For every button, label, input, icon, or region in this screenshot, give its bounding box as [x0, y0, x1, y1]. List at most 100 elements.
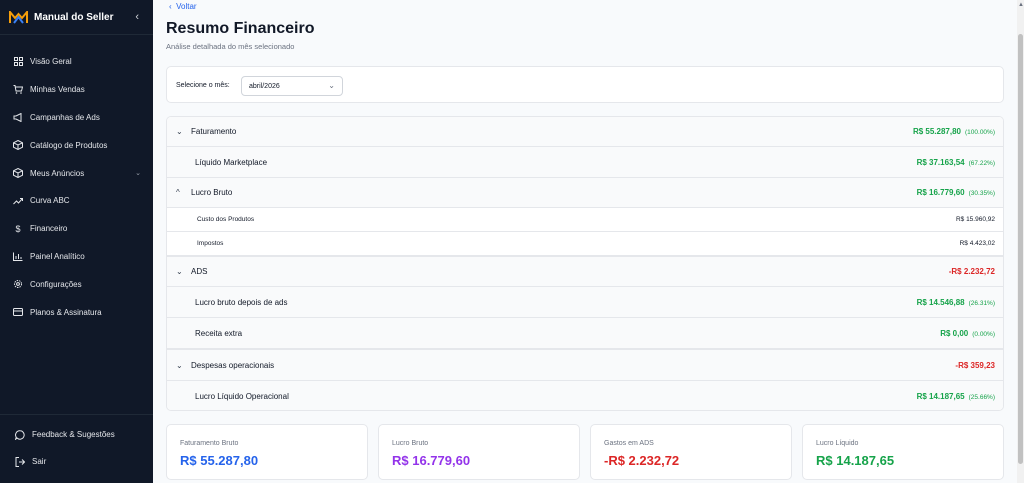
value-percent: (100.00%): [965, 129, 995, 136]
sidebar-item-financeiro[interactable]: $ Financeiro: [0, 215, 153, 243]
scrollbar-thumb[interactable]: [1018, 34, 1023, 464]
sidebar-item-minhas-vendas[interactable]: Minhas Vendas: [0, 76, 153, 104]
feedback-button[interactable]: Feedback & Sugestões: [0, 421, 153, 448]
sidebar-item-label: Visão Geral: [30, 57, 72, 67]
row-liquido-marketplace: Líquido Marketplace R$ 37.163,54 (67.22%): [167, 147, 1003, 178]
chat-icon: [15, 429, 25, 440]
box-icon: [13, 140, 23, 151]
row-value: R$ 14.187,65 (25.66%): [917, 392, 995, 401]
card-title: Lucro Bruto: [392, 440, 429, 447]
card-lucro-liquido: Lucro Líquido R$ 14.187,65: [802, 424, 1004, 480]
logo-icon: [9, 10, 28, 24]
card-gastos-ads: Gastos em ADS -R$ 2.232,72: [590, 424, 792, 480]
card-value: R$ 14.187,65: [816, 453, 895, 468]
main-content: ‹ Voltar Resumo Financeiro Análise detal…: [153, 0, 1018, 483]
row-custo-produtos: Custo dos Produtos R$ 15.960,92: [167, 208, 1003, 232]
card-lucro-bruto: Lucro Bruto R$ 16.779,60: [378, 424, 580, 480]
value-text: R$ 14.546,88: [916, 297, 965, 307]
financial-summary-table: ⌄ Faturamento R$ 55.287,80 (100.00%) Líqu…: [166, 116, 1004, 411]
bar-chart-icon: [13, 251, 23, 261]
sidebar-item-label: Meus Anúncios: [30, 168, 85, 178]
sidebar-item-planos[interactable]: Planos & Assinatura: [0, 298, 153, 326]
row-label: Despesas operacionais: [191, 360, 275, 370]
sidebar-item-catalogo[interactable]: Catálogo de Produtos: [0, 131, 153, 159]
row-label: Impostos: [197, 240, 224, 247]
sidebar-item-label: Sair: [32, 457, 47, 466]
row-value: R$ 37.163,54 (67.22%): [917, 158, 995, 167]
sidebar-item-meus-anuncios[interactable]: Meus Anúncios ⌄: [0, 159, 153, 187]
trend-icon: [13, 196, 23, 206]
dollar-icon: $: [15, 223, 21, 234]
sidebar-nav: Visão Geral Minhas Vendas Campanhas de A…: [0, 48, 153, 326]
row-label: Lucro bruto depois de ads: [195, 297, 288, 307]
row-value: -R$ 359,23: [955, 360, 995, 370]
card-title: Lucro Líquido: [816, 440, 859, 447]
sidebar-item-label: Feedback & Sugestões: [32, 430, 115, 439]
row-value: R$ 14.546,88 (26.31%): [917, 298, 995, 307]
box-icon: [13, 168, 23, 179]
cart-icon: [13, 85, 23, 95]
sidebar-item-label: Minhas Vendas: [30, 85, 85, 95]
chevron-down-icon: ⌄: [328, 81, 335, 90]
value-percent: (0.00%): [972, 330, 995, 338]
sidebar-item-label: Catálogo de Produtos: [30, 140, 108, 150]
value-text: R$ 55.287,80: [912, 127, 961, 136]
logout-button[interactable]: Sair: [0, 448, 153, 475]
logout-icon: [15, 456, 25, 467]
row-lucro-apos-ads: Lucro bruto depois de ads R$ 14.546,88 (2…: [167, 287, 1003, 318]
row-label: Receita extra: [195, 328, 243, 338]
value-text: R$ 14.187,65: [916, 392, 965, 401]
card-title: Faturamento Bruto: [180, 440, 239, 447]
row-impostos: Impostos R$ 4.423,02: [167, 232, 1003, 257]
row-lucro-liquido: Lucro Líquido Operacional R$ 14.187,65 (2…: [167, 381, 1003, 410]
sidebar-item-label: Configurações: [30, 279, 82, 289]
chevron-down-icon: ⌄: [176, 360, 183, 370]
row-lucro-bruto[interactable]: ^ Lucro Bruto R$ 16.779,60 (30.35%): [167, 178, 1003, 208]
card-icon: [13, 307, 23, 317]
sidebar-item-configuracoes[interactable]: Configurações: [0, 270, 153, 298]
row-despesas-operacionais[interactable]: ⌄ Despesas operacionais -R$ 359,23: [167, 350, 1003, 381]
value-text: R$ 37.163,54: [916, 157, 965, 167]
month-select-value: abril/2026: [249, 83, 280, 90]
row-label: Faturamento: [191, 127, 237, 136]
row-value: R$ 0,00 (0.00%): [940, 329, 995, 338]
brand[interactable]: Manual do Seller ‹: [0, 0, 153, 35]
row-receita-extra: Receita extra R$ 0,00 (0.00%): [167, 318, 1003, 350]
sidebar-item-label: Financeiro: [30, 224, 68, 234]
card-value: -R$ 2.232,72: [604, 453, 680, 468]
card-faturamento-bruto: Faturamento Bruto R$ 55.287,80: [166, 424, 368, 480]
page-subtitle: Análise detalhada do mês selecionado: [166, 42, 295, 51]
back-label: Voltar: [176, 2, 197, 11]
row-label: Custo dos Produtos: [197, 216, 255, 223]
sidebar-item-campanhas-ads[interactable]: Campanhas de Ads: [0, 104, 153, 132]
chevron-up-icon: ^: [176, 188, 180, 197]
sidebar-item-curva-abc[interactable]: Curva ABC: [0, 187, 153, 215]
month-select[interactable]: abril/2026 ⌄: [241, 76, 343, 96]
row-ads[interactable]: ⌄ ADS -R$ 2.232,72: [167, 257, 1003, 287]
sidebar: Manual do Seller ‹ Visão Geral Minhas Ve…: [0, 0, 153, 483]
card-value: R$ 55.287,80: [180, 453, 259, 468]
chevron-down-icon: ⌄: [135, 170, 141, 178]
row-value: R$ 16.779,60 (30.35%): [917, 188, 995, 197]
chevron-left-icon: ‹: [169, 2, 172, 11]
chevron-down-icon: ⌄: [176, 127, 183, 136]
scroll-up-icon[interactable]: ▲: [1018, 2, 1024, 8]
grid-icon: [13, 57, 23, 67]
megaphone-icon: [13, 112, 23, 122]
row-label: Líquido Marketplace: [195, 157, 268, 167]
month-selector-card: Selecione o mês: abril/2026 ⌄: [166, 66, 1004, 103]
summary-cards: Faturamento Bruto R$ 55.287,80 Lucro Bru…: [166, 424, 1004, 480]
sidebar-bottom: Feedback & Sugestões Sair: [0, 414, 153, 475]
row-label: ADS: [191, 267, 208, 276]
sidebar-item-painel-analitico[interactable]: Painel Analítico: [0, 243, 153, 271]
value-percent: (67.22%): [968, 159, 995, 167]
row-faturamento[interactable]: ⌄ Faturamento R$ 55.287,80 (100.00%): [167, 117, 1003, 147]
value-percent: (26.31%): [968, 299, 995, 307]
chevron-down-icon: ⌄: [176, 267, 183, 276]
sidebar-item-label: Painel Analítico: [30, 251, 85, 261]
sidebar-item-visao-geral[interactable]: Visão Geral: [0, 48, 153, 76]
card-value: R$ 16.779,60: [392, 453, 471, 468]
value-text: R$ 16.779,60: [916, 188, 965, 197]
collapse-sidebar-icon[interactable]: ‹: [135, 11, 139, 23]
back-link[interactable]: ‹ Voltar: [169, 2, 197, 11]
